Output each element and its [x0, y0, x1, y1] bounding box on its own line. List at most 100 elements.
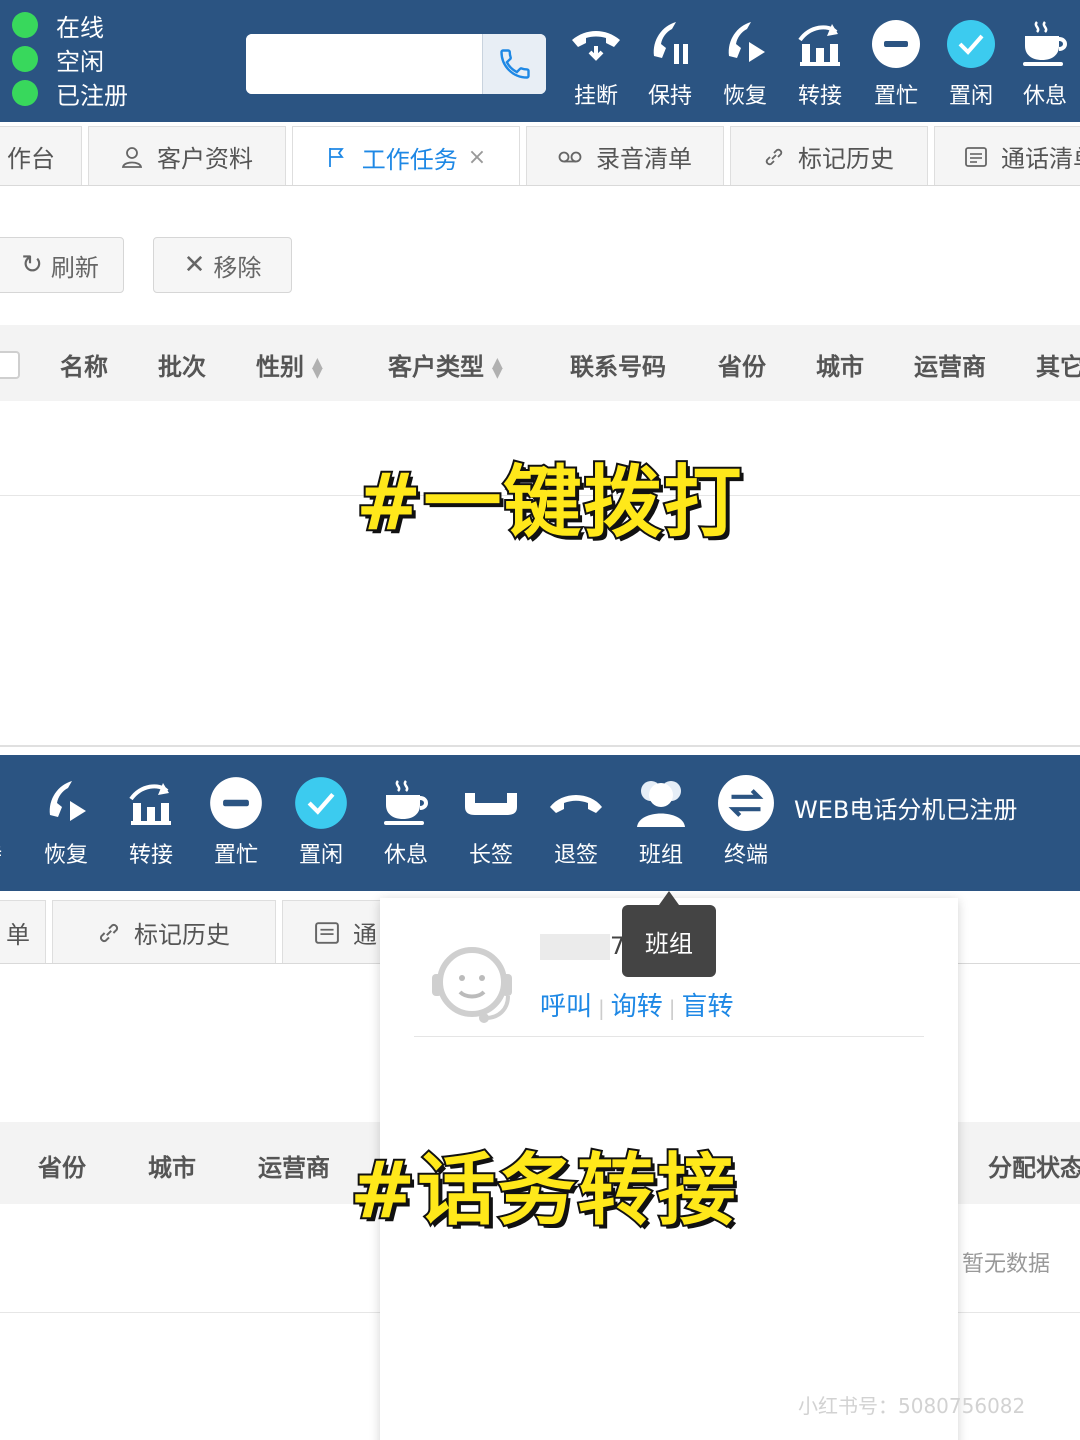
hold-icon — [653, 22, 688, 64]
transfer-label: 转接 — [797, 84, 842, 109]
tab-partial[interactable]: 单 — [0, 900, 46, 963]
idle-dot-icon — [12, 46, 38, 72]
coffee-icon — [1023, 21, 1067, 66]
sort-icon[interactable]: ▲ ▼ — [492, 356, 503, 380]
idle-button[interactable]: 置闲 — [281, 775, 361, 869]
agent-avatar — [426, 942, 522, 1030]
hold-button[interactable]: 保持 — [630, 16, 710, 110]
online-dot-icon — [12, 12, 38, 38]
blind-transfer-link[interactable]: 盲转 — [682, 992, 734, 1022]
status-registered: 已注册 — [12, 76, 128, 110]
registered-dot-icon — [12, 80, 38, 106]
resume-button[interactable]: 恢复 — [26, 775, 106, 869]
col-province[interactable]: 省份 — [718, 347, 766, 382]
team-icon — [637, 781, 685, 827]
tab-mark-history[interactable]: 标记历史 — [52, 900, 276, 963]
transfer-button[interactable]: 转接 — [780, 16, 860, 110]
long-sign-label: 长签 — [468, 843, 513, 868]
headset-agent-icon — [432, 947, 512, 1023]
tab-label: 单 — [6, 921, 30, 949]
phone-icon — [499, 49, 530, 79]
team-label: 班组 — [638, 843, 683, 868]
terminal-label: 终端 — [723, 843, 768, 868]
list-icon — [315, 921, 339, 944]
sort-icon[interactable]: ▲ ▼ — [312, 356, 323, 380]
sign-out-label: 退签 — [553, 843, 598, 868]
col-carrier[interactable]: 运营商 — [258, 1148, 330, 1183]
transfer-label: 转接 — [128, 843, 173, 868]
select-all-checkbox[interactable] — [0, 351, 20, 379]
terminal-button[interactable]: 终端 — [706, 775, 786, 869]
sign-out-icon — [550, 795, 602, 813]
col-province[interactable]: 省份 — [38, 1148, 86, 1183]
tab-call-list[interactable]: 通话清单 — [934, 126, 1080, 185]
col-assign-status[interactable]: 分配状态 — [988, 1148, 1080, 1183]
tab-work-task[interactable]: 工作任务 × — [292, 126, 520, 185]
flag-icon — [328, 148, 344, 167]
hangup-button[interactable]: 挂断 — [556, 16, 636, 110]
hold-button[interactable]: 保持 — [0, 775, 20, 869]
tab-workbench[interactable]: 作台 — [0, 126, 82, 185]
tab-label: 客户资料 — [157, 145, 253, 173]
resume-button[interactable]: 恢复 — [705, 16, 785, 110]
col-customer-type[interactable]: 客户类型 ▲ ▼ — [388, 347, 503, 382]
tab-recording-list[interactable]: 录音清单 — [526, 126, 724, 185]
rest-label: 休息 — [1022, 84, 1067, 109]
busy-label: 置忙 — [873, 84, 918, 109]
rest-button[interactable]: 休息 — [366, 775, 446, 869]
col-city[interactable]: 城市 — [148, 1148, 196, 1183]
hangup-label: 挂断 — [573, 84, 618, 109]
hangup-icon — [572, 31, 620, 61]
coffee-icon — [384, 780, 428, 825]
tooltip-arrow — [659, 891, 679, 905]
long-sign-button[interactable]: 长签 — [451, 775, 531, 869]
status-online: 在线 — [12, 8, 128, 42]
tab-label: 标记历史 — [134, 921, 230, 949]
col-batch[interactable]: 批次 — [158, 347, 206, 382]
col-other[interactable]: 其它 — [1036, 347, 1080, 382]
hold-label: 保持 — [0, 837, 20, 869]
col-phone[interactable]: 联系号码 — [570, 347, 666, 382]
close-icon: ✕ — [183, 250, 206, 280]
busy-button[interactable]: 置忙 — [856, 16, 936, 110]
empty-state-text: 暂无数据 — [962, 1252, 1051, 1277]
rest-button[interactable]: 休息 — [1005, 16, 1080, 110]
status-label: 空闲 — [56, 47, 104, 76]
consult-transfer-link[interactable]: 询转 — [611, 992, 663, 1022]
status-list: 在线 空闲 已注册 — [12, 8, 128, 110]
registered-status: WEB电话分机已注册 — [794, 796, 1018, 824]
refresh-icon: ↻ — [21, 250, 43, 280]
col-city[interactable]: 城市 — [816, 347, 864, 382]
sign-out-button[interactable]: 退签 — [536, 775, 616, 869]
busy-icon — [872, 20, 920, 68]
top-toolbar: 在线 空闲 已注册 挂断 保持 恢复 转接 置忙 置闲 休息 — [0, 0, 1080, 122]
team-button[interactable]: 班组 — [621, 775, 701, 869]
tab-label: 工作任务 — [361, 145, 458, 174]
refresh-button[interactable]: ↻ 刷新 — [0, 237, 124, 293]
link-icon — [100, 923, 118, 942]
tab-customer-info[interactable]: 客户资料 — [88, 126, 286, 185]
busy-button[interactable]: 置忙 — [196, 775, 276, 869]
tab-mark-history[interactable]: 标记历史 — [730, 126, 928, 185]
col-gender[interactable]: 性别 ▲ ▼ — [256, 347, 323, 382]
call-link[interactable]: 呼叫 — [540, 992, 592, 1022]
close-tab-icon[interactable]: × — [468, 145, 486, 170]
col-carrier[interactable]: 运营商 — [914, 347, 986, 382]
idle-button[interactable]: 置闲 — [931, 16, 1011, 110]
task-table-header: 名称 批次 性别 ▲ ▼ 客户类型 ▲ ▼ 联系号码 省份 城市 运营商 其它 — [0, 325, 1080, 401]
screenshot-divider — [0, 745, 1080, 747]
transfer-button[interactable]: 转接 — [111, 775, 191, 869]
busy-label: 置忙 — [213, 843, 258, 868]
dial-number-input[interactable] — [246, 34, 482, 94]
status-idle: 空闲 — [12, 42, 128, 76]
list-icon — [965, 146, 987, 167]
idle-label: 置闲 — [948, 84, 993, 109]
masked-name — [540, 934, 610, 960]
col-name[interactable]: 名称 — [60, 347, 108, 382]
remove-button[interactable]: ✕ 移除 — [153, 237, 292, 293]
tab-label: 通 — [353, 921, 377, 949]
agent-actions: 呼叫 | 询转 | 盲转 — [540, 992, 734, 1022]
dial-button[interactable] — [482, 34, 546, 94]
hold-icon — [0, 777, 4, 829]
tab-label: 通话清单 — [1001, 145, 1080, 173]
